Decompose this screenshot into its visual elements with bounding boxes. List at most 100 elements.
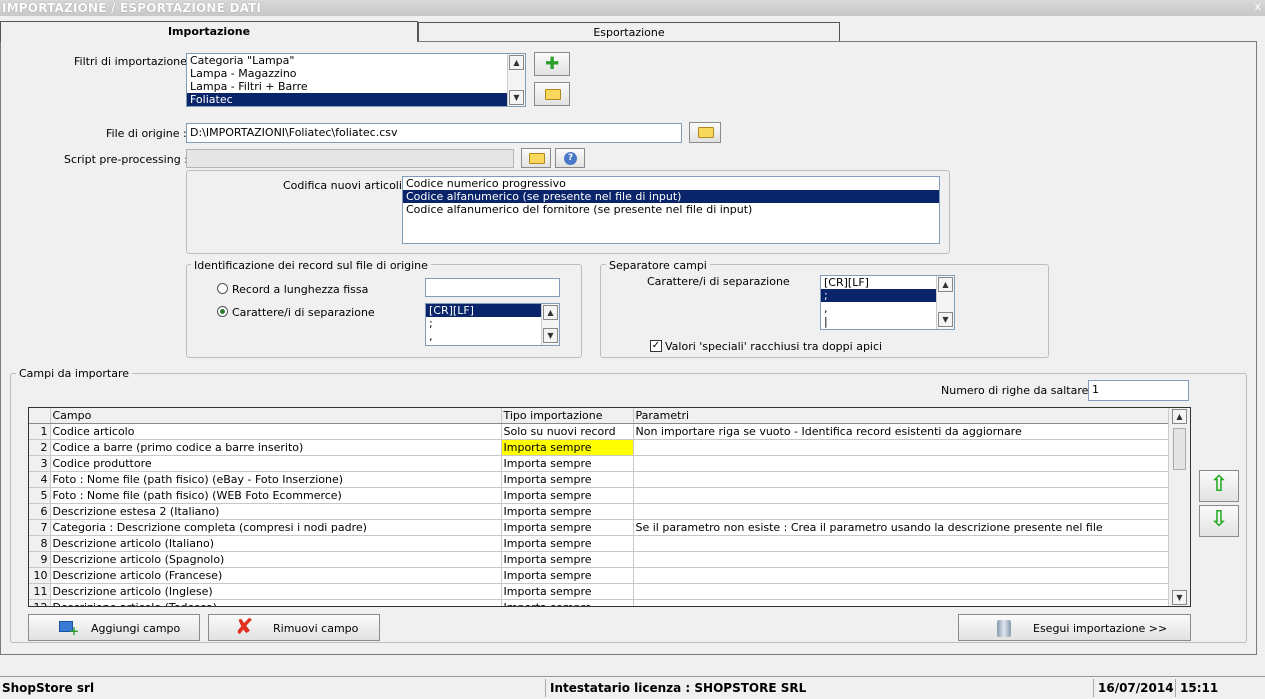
field-name-cell[interactable]: Descrizione articolo (Spagnolo) bbox=[50, 551, 502, 568]
skip-rows-input[interactable]: 1 bbox=[1088, 380, 1189, 401]
open-filter-button[interactable] bbox=[534, 82, 570, 106]
column-header[interactable]: Parametri bbox=[633, 408, 1170, 424]
row-number[interactable]: 5 bbox=[29, 487, 51, 504]
field-name-cell[interactable]: Foto : Nome file (path fisico) (eBay - F… bbox=[50, 471, 502, 488]
scroll-up-icon[interactable]: ▲ bbox=[543, 305, 558, 320]
row-number[interactable]: 4 bbox=[29, 471, 51, 488]
import-type-cell[interactable]: Solo su nuovi record bbox=[501, 423, 634, 440]
scrollbar[interactable]: ▲ ▼ bbox=[936, 276, 954, 329]
column-header[interactable]: Campo bbox=[50, 408, 502, 424]
quotes-checkbox[interactable]: ✓ bbox=[650, 340, 662, 352]
scroll-thumb[interactable] bbox=[1173, 428, 1186, 470]
import-type-cell[interactable]: Importa sempre bbox=[501, 519, 634, 536]
table-row[interactable]: 1 Codice articolo Solo su nuovi record Non … bbox=[29, 423, 1170, 440]
table-row[interactable]: 10 Descrizione articolo (Francese) Importa… bbox=[29, 567, 1170, 584]
browse-script-button[interactable] bbox=[521, 148, 551, 168]
table-row[interactable]: 5 Foto : Nome file (path fisico) (WEB Fot… bbox=[29, 487, 1170, 504]
add-filter-button[interactable]: ✚ bbox=[534, 52, 570, 76]
grid-scrollbar[interactable]: ▲ ▼ bbox=[1168, 408, 1190, 606]
scroll-down-icon[interactable]: ▼ bbox=[1172, 590, 1187, 605]
field-name-cell[interactable]: Descrizione estesa 2 (Italiano) bbox=[50, 503, 502, 520]
scroll-up-icon[interactable]: ▲ bbox=[938, 277, 953, 292]
table-row[interactable]: 11 Descrizione articolo (Inglese) Importa … bbox=[29, 583, 1170, 600]
list-item[interactable]: Lampa - Magazzino bbox=[187, 67, 525, 80]
row-number[interactable]: 9 bbox=[29, 551, 51, 568]
list-item[interactable]: Foliatec bbox=[187, 93, 507, 106]
list-item[interactable]: Lampa - Filtri + Barre bbox=[187, 80, 525, 93]
scrollbar[interactable]: ▲ ▼ bbox=[507, 54, 525, 106]
list-item[interactable]: , bbox=[426, 330, 559, 343]
import-type-cell[interactable]: Importa sempre bbox=[501, 439, 634, 456]
import-type-cell[interactable]: Importa sempre bbox=[501, 535, 634, 552]
list-item[interactable]: Categoria "Lampa" bbox=[187, 54, 525, 67]
scroll-down-icon[interactable]: ▼ bbox=[543, 328, 558, 343]
parameters-cell[interactable] bbox=[633, 487, 1170, 504]
table-row[interactable]: 8 Descrizione articolo (Italiano) Importa … bbox=[29, 535, 1170, 552]
parameters-cell[interactable]: Se il parametro non esiste : Crea il par… bbox=[633, 519, 1170, 536]
move-up-button[interactable]: ⇧ bbox=[1199, 470, 1239, 502]
list-item[interactable]: ; bbox=[426, 317, 559, 330]
list-item[interactable]: | bbox=[821, 315, 954, 328]
scrollbar[interactable]: ▲ ▼ bbox=[541, 304, 559, 345]
list-item[interactable]: Codice numerico progressivo bbox=[403, 177, 939, 190]
run-import-button[interactable]: Esegui importazione >> bbox=[958, 614, 1191, 641]
import-type-cell[interactable]: Importa sempre bbox=[501, 487, 634, 504]
row-number[interactable]: 11 bbox=[29, 583, 51, 600]
field-name-cell[interactable]: Codice a barre (primo codice a barre ins… bbox=[50, 439, 502, 456]
row-number[interactable]: 8 bbox=[29, 535, 51, 552]
row-number[interactable]: 7 bbox=[29, 519, 51, 536]
list-item[interactable]: [CR][LF] bbox=[821, 276, 954, 289]
browse-file-button[interactable] bbox=[689, 122, 721, 143]
parameters-cell[interactable]: Non importare riga se vuoto - Identifica… bbox=[633, 423, 1170, 440]
list-item[interactable]: Codice alfanumerico del fornitore (se pr… bbox=[403, 203, 939, 216]
close-icon[interactable]: x bbox=[1254, 0, 1261, 13]
parameters-cell[interactable] bbox=[633, 455, 1170, 472]
row-number[interactable]: 1 bbox=[29, 423, 51, 440]
table-row[interactable]: 3 Codice produttore Importa sempre bbox=[29, 455, 1170, 472]
scroll-down-icon[interactable]: ▼ bbox=[509, 90, 524, 105]
radio-fixed[interactable] bbox=[217, 283, 228, 294]
parameters-cell[interactable] bbox=[633, 535, 1170, 552]
parameters-cell[interactable] bbox=[633, 439, 1170, 456]
filters-list[interactable]: Categoria "Lampa" Lampa - Magazzino Lamp… bbox=[186, 53, 526, 107]
parameters-cell[interactable] bbox=[633, 471, 1170, 488]
row-number[interactable]: 3 bbox=[29, 455, 51, 472]
tab-importazione[interactable]: Importazione bbox=[0, 21, 418, 42]
field-name-cell[interactable]: Descrizione articolo (Francese) bbox=[50, 567, 502, 584]
import-type-cell[interactable]: Importa sempre bbox=[501, 455, 634, 472]
import-type-cell[interactable]: Importa sempre bbox=[501, 567, 634, 584]
table-row[interactable]: 2 Codice a barre (primo codice a barre in… bbox=[29, 439, 1170, 456]
import-type-cell[interactable]: Importa sempre bbox=[501, 599, 634, 606]
list-item[interactable]: , bbox=[821, 302, 954, 315]
import-type-cell[interactable]: Importa sempre bbox=[501, 503, 634, 520]
field-name-cell[interactable]: Categoria : Descrizione completa (compre… bbox=[50, 519, 502, 536]
fixed-length-input[interactable] bbox=[425, 278, 560, 297]
parameters-cell[interactable] bbox=[633, 599, 1170, 606]
field-name-cell[interactable]: Codice produttore bbox=[50, 455, 502, 472]
table-row[interactable]: 4 Foto : Nome file (path fisico) (eBay - … bbox=[29, 471, 1170, 488]
fields-grid[interactable]: Campo Tipo importazione Parametri 1 Codic… bbox=[28, 407, 1191, 607]
field-name-cell[interactable]: Descrizione articolo (Italiano) bbox=[50, 535, 502, 552]
remove-field-button[interactable]: ✘ Rimuovi campo bbox=[208, 614, 380, 641]
codifica-list[interactable]: Codice numerico progressivo Codice alfan… bbox=[402, 176, 940, 244]
table-row[interactable]: 6 Descrizione estesa 2 (Italiano) Importa … bbox=[29, 503, 1170, 520]
import-type-cell[interactable]: Importa sempre bbox=[501, 471, 634, 488]
parameters-cell[interactable] bbox=[633, 583, 1170, 600]
parameters-cell[interactable] bbox=[633, 551, 1170, 568]
field-name-cell[interactable]: Foto : Nome file (path fisico) (WEB Foto… bbox=[50, 487, 502, 504]
list-item[interactable]: Codice alfanumerico (se presente nel fil… bbox=[403, 190, 939, 203]
script-input[interactable] bbox=[186, 149, 514, 168]
scroll-up-icon[interactable]: ▲ bbox=[509, 55, 524, 70]
column-header[interactable]: Tipo importazione bbox=[501, 408, 634, 424]
source-file-input[interactable]: D:\IMPORTAZIONI\Foliatec\foliatec.csv bbox=[186, 123, 682, 143]
field-name-cell[interactable]: Codice articolo bbox=[50, 423, 502, 440]
import-type-cell[interactable]: Importa sempre bbox=[501, 551, 634, 568]
record-separator-list[interactable]: [CR][LF] ; , ▲ ▼ bbox=[425, 303, 560, 346]
scroll-up-icon[interactable]: ▲ bbox=[1172, 409, 1187, 424]
help-button[interactable]: ? bbox=[555, 148, 585, 168]
table-row[interactable]: 12Descrizione articolo (Tedesco)Importa … bbox=[29, 599, 1170, 606]
move-down-button[interactable]: ⇩ bbox=[1199, 505, 1239, 537]
row-number[interactable]: 12 bbox=[29, 599, 51, 606]
parameters-cell[interactable] bbox=[633, 503, 1170, 520]
field-name-cell[interactable]: Descrizione articolo (Tedesco) bbox=[50, 599, 502, 606]
